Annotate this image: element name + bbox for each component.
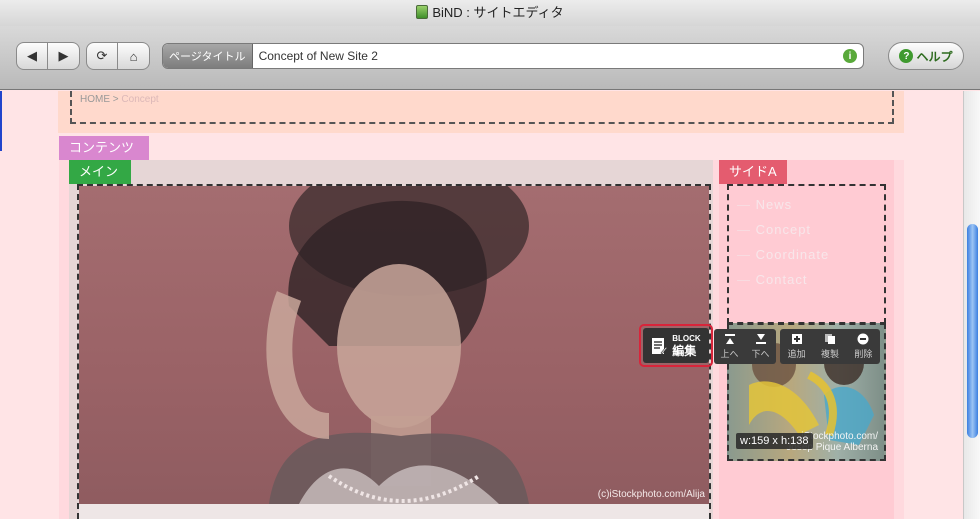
add-block-button[interactable]: 追加 <box>780 329 813 364</box>
duplicate-icon <box>824 333 836 345</box>
home-button[interactable]: ⌂ <box>118 42 150 70</box>
contents-area-tag: コンテンツ <box>59 136 149 160</box>
side-nav-item-news[interactable]: News <box>737 197 829 222</box>
move-down-button[interactable]: 下へ <box>745 329 776 364</box>
help-icon: ? <box>899 49 914 63</box>
info-icon[interactable]: i <box>843 49 857 63</box>
page-nav-group: ⟳ ⌂ <box>86 42 150 70</box>
breadcrumb-home[interactable]: HOME <box>80 94 110 105</box>
site-editor-canvas: HOME > Concept コンテンツ メイン (c)iStockphoto.… <box>0 91 963 519</box>
reload-icon: ⟳ <box>96 48 108 63</box>
side-nav-menu: News Concept Coordinate Contact <box>737 197 829 297</box>
bind-app-icon <box>416 5 429 19</box>
main-block[interactable] <box>77 184 711 519</box>
reload-button[interactable]: ⟳ <box>86 42 118 70</box>
side-nav-item-coordinate[interactable]: Coordinate <box>737 247 829 272</box>
help-label: ヘルプ <box>916 49 953 64</box>
window-title: BiND : サイトエディタ <box>432 5 564 20</box>
document-edit-icon <box>652 337 668 354</box>
back-arrow-icon: ◀ <box>27 48 37 63</box>
breadcrumb-separator: > <box>110 94 122 105</box>
block-edit-labels: BLOCK 編集 <box>672 333 701 358</box>
help-button[interactable]: ? ヘルプ <box>888 42 964 70</box>
page-title-label: ページタイトル <box>163 44 253 68</box>
block-edit-button-body: BLOCK 編集 <box>643 328 709 363</box>
left-edge-marker <box>0 91 2 151</box>
forward-arrow-icon: ▶ <box>58 48 69 63</box>
move-down-icon <box>755 333 767 345</box>
main-area-tag: メイン <box>69 160 131 184</box>
add-icon <box>791 333 803 345</box>
breadcrumb-current: Concept <box>121 94 159 105</box>
delete-icon <box>857 333 869 345</box>
side-nav-item-contact[interactable]: Contact <box>737 272 829 297</box>
back-button[interactable]: ◀ <box>16 42 48 70</box>
breadcrumb: HOME > Concept <box>80 94 159 105</box>
block-size-badge: w:159 x h:138 <box>736 433 813 449</box>
header-block[interactable] <box>70 91 894 124</box>
move-up-button[interactable]: 上へ <box>714 329 745 364</box>
home-icon: ⌂ <box>129 48 138 64</box>
block-edit-top-label: BLOCK <box>672 333 701 343</box>
move-down-label: 下へ <box>751 349 770 359</box>
delete-block-label: 削除 <box>854 349 873 359</box>
move-up-label: 上へ <box>720 349 739 359</box>
block-edit-button[interactable]: BLOCK 編集 <box>639 324 713 367</box>
page-title-field[interactable]: Concept of New Site 2 <box>253 49 843 63</box>
page-title-bar: ページタイトル Concept of New Site 2 i <box>162 43 864 69</box>
side-nav-item-concept[interactable]: Concept <box>737 222 829 247</box>
history-nav-group: ◀ ▶ <box>16 42 80 70</box>
forward-button[interactable]: ▶ <box>48 42 80 70</box>
move-up-icon <box>724 333 736 345</box>
editor-toolbar: ◀ ▶ ⟳ ⌂ ページタイトル Concept of New Site 2 i … <box>0 26 980 90</box>
duplicate-block-label: 複製 <box>820 349 839 359</box>
block-move-group: 上へ 下へ <box>714 329 776 364</box>
delete-block-button[interactable]: 削除 <box>847 329 880 364</box>
side-area-tag: サイドA <box>719 160 787 184</box>
vertical-scrollbar[interactable] <box>963 91 980 519</box>
scrollbar-thumb[interactable] <box>967 224 978 438</box>
duplicate-block-button[interactable]: 複製 <box>813 329 846 364</box>
block-edit-bottom-label: 編集 <box>672 343 697 358</box>
window-title-bar: BiND : サイトエディタ <box>0 0 980 26</box>
add-block-label: 追加 <box>787 349 806 359</box>
block-action-group: 追加 複製 削除 <box>780 329 880 364</box>
